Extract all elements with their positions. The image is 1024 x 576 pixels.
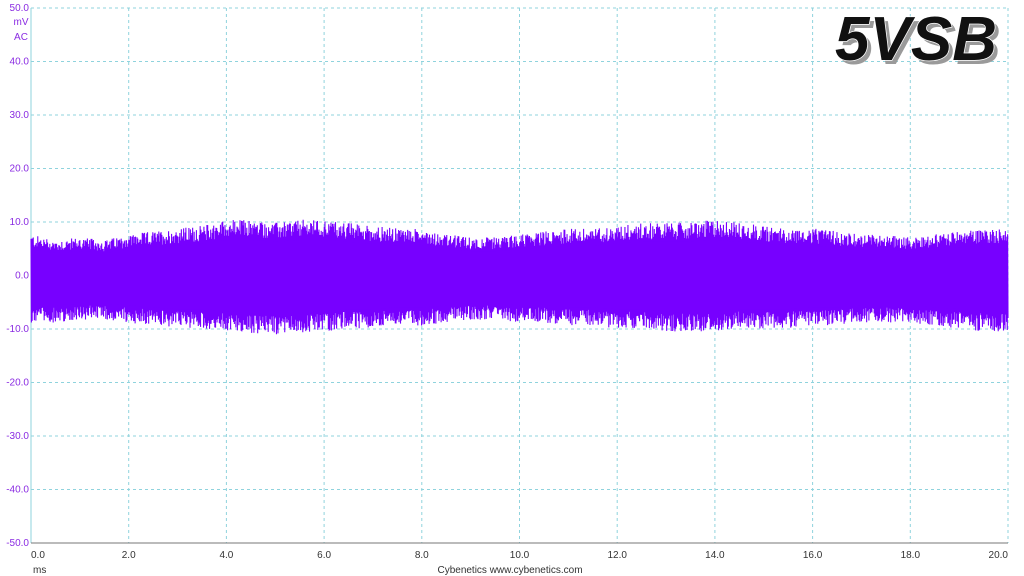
x-tick-label: 16.0 bbox=[803, 550, 823, 561]
y-tick-label: 20.0 bbox=[10, 164, 30, 175]
x-tick-labels: 0.0 2.0 4.0 6.0 8.0 10.0 12.0 14.0 16.0 18.0 20.0 bbox=[31, 550, 1008, 561]
x-tick-label: 4.0 bbox=[219, 550, 233, 561]
y-unit-label: mV bbox=[14, 17, 29, 28]
y-tick-label: 10.0 bbox=[10, 217, 30, 228]
x-tick-label: 8.0 bbox=[415, 550, 429, 561]
y-tick-label: 50.0 bbox=[10, 3, 30, 14]
x-tick-label: 12.0 bbox=[607, 550, 627, 561]
x-tick-label: 18.0 bbox=[901, 550, 921, 561]
x-tick-label: 14.0 bbox=[705, 550, 725, 561]
x-unit-label: ms bbox=[33, 565, 46, 576]
x-tick-label: 6.0 bbox=[317, 550, 331, 561]
y-tick-label: 0.0 bbox=[15, 271, 29, 282]
y-tick-label: -10.0 bbox=[6, 324, 29, 335]
x-tick-label: 2.0 bbox=[122, 550, 136, 561]
y-tick-label: 40.0 bbox=[10, 57, 30, 68]
y-tick-labels: 50.0 40.0 30.0 20.0 10.0 0.0 -10.0 -20.0 -30.0 -4… bbox=[6, 3, 29, 549]
x-tick-label: 0.0 bbox=[31, 550, 45, 561]
y-tick-label: -20.0 bbox=[6, 378, 29, 389]
y-tick-label: -40.0 bbox=[6, 485, 29, 496]
footer-credit: Cybenetics www.cybenetics.com bbox=[437, 565, 582, 576]
y-tick-label: 30.0 bbox=[10, 110, 30, 121]
series-band bbox=[31, 239, 1008, 313]
y-tick-label: -30.0 bbox=[6, 431, 29, 442]
y-tick-label: -50.0 bbox=[6, 538, 29, 549]
chart-title: 5VSB bbox=[835, 5, 997, 74]
x-tick-label: 10.0 bbox=[510, 550, 530, 561]
ripple-chart: 50.0 40.0 30.0 20.0 10.0 0.0 -10.0 -20.0 -30.0 -4… bbox=[6, 3, 1009, 576]
x-tick-label: 20.0 bbox=[989, 550, 1009, 561]
y-coupling-label: AC bbox=[14, 32, 28, 43]
